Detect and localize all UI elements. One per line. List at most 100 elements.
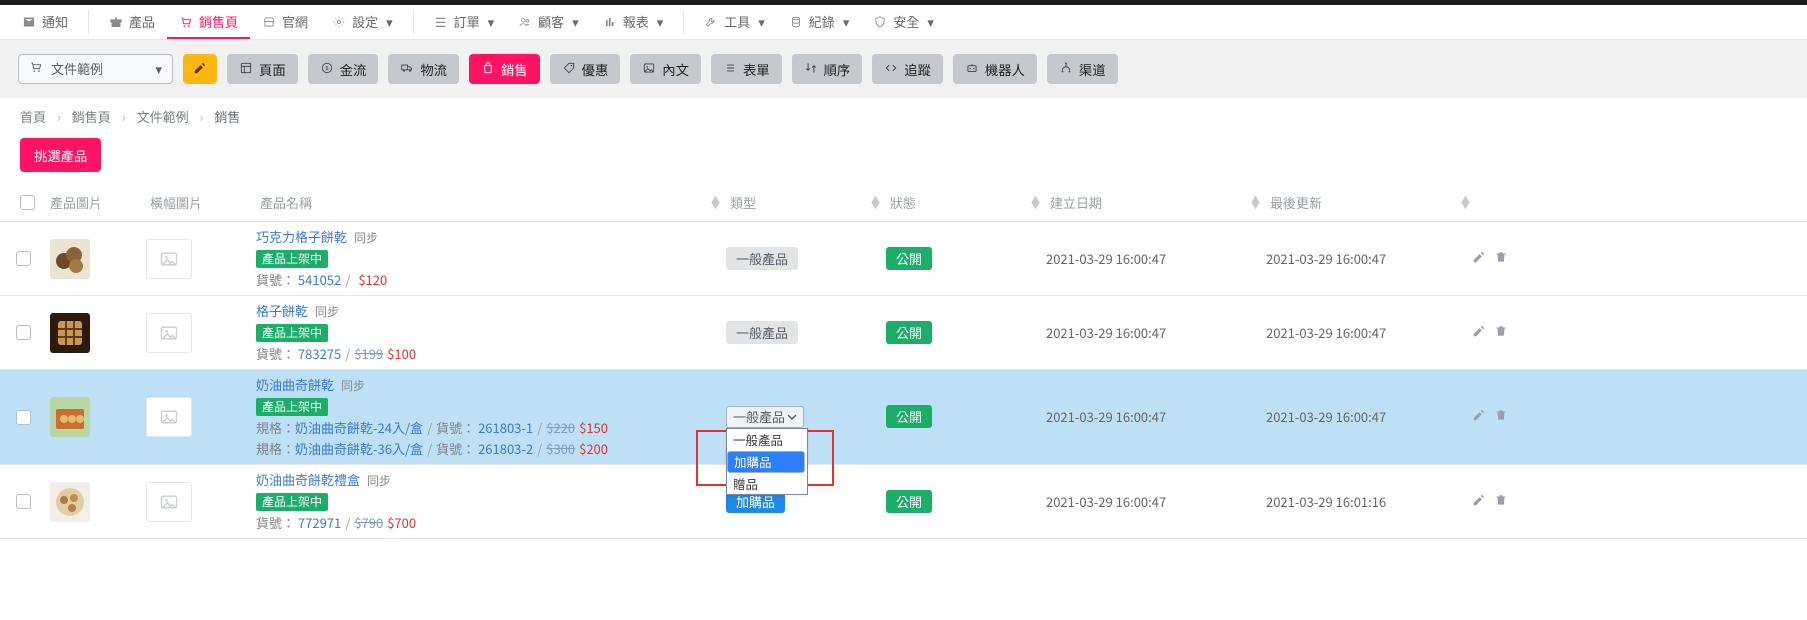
btn-form[interactable]: 表單	[711, 54, 782, 84]
spec-link[interactable]: 奶油曲奇餅乾-24入/盒	[295, 418, 423, 437]
sku-link[interactable]: 541052	[298, 270, 341, 289]
nav-label: 報表	[623, 13, 649, 31]
nav-customers[interactable]: 顧客 ▾	[506, 5, 591, 39]
type-tag: 一般產品	[726, 321, 798, 344]
layout-icon	[239, 61, 253, 78]
sort-icon: ▲▼	[871, 197, 880, 209]
product-thumb[interactable]	[50, 397, 90, 437]
banner-placeholder[interactable]	[146, 239, 192, 279]
col-product-image: 產品圖片	[50, 194, 150, 212]
btn-label: 頁面	[259, 60, 286, 79]
type-option[interactable]: 贈品	[727, 473, 807, 495]
banner-placeholder[interactable]	[146, 482, 192, 522]
btn-shipping[interactable]: 物流	[388, 54, 459, 84]
btn-label: 內文	[662, 60, 689, 79]
chevron-right-icon: ›	[200, 107, 204, 126]
gear-icon	[332, 15, 346, 29]
product-link[interactable]: 巧克力格子餅乾	[256, 227, 347, 246]
col-updated[interactable]: 最後更新▲▼	[1270, 194, 1480, 212]
col-created[interactable]: 建立日期▲▼	[1050, 194, 1270, 212]
nav-site[interactable]: 官網	[250, 5, 320, 39]
nav-tools[interactable]: 工具 ▾	[692, 5, 777, 39]
tag-icon	[562, 61, 576, 78]
store-icon	[262, 15, 276, 29]
status-pill: 公開	[886, 321, 932, 344]
nav-settings[interactable]: 設定 ▾	[320, 5, 405, 39]
page-select-dropdown[interactable]: 文件範例 ▾	[18, 54, 173, 84]
delete-icon[interactable]	[1494, 493, 1508, 511]
nav-label: 安全	[893, 13, 919, 31]
col-product-name[interactable]: 產品名稱▲▼	[260, 194, 730, 212]
pick-products-button[interactable]: 挑選產品	[20, 138, 101, 172]
product-link[interactable]: 奶油曲奇餅乾	[256, 375, 334, 394]
btn-sales[interactable]: 銷售	[469, 54, 540, 84]
btn-payment[interactable]: $金流	[308, 54, 379, 84]
status-badge: 產品上架中	[256, 324, 328, 342]
type-option[interactable]: 一般產品	[727, 429, 807, 451]
price-old: $220	[546, 418, 575, 437]
sync-label: 同步	[341, 377, 365, 394]
btn-promo[interactable]: 優惠	[550, 54, 621, 84]
chevron-down-icon: ▾	[572, 13, 579, 31]
nav-products[interactable]: 產品	[97, 5, 167, 39]
row-checkbox[interactable]	[16, 325, 31, 340]
row-checkbox[interactable]	[16, 410, 31, 425]
btn-channel[interactable]: 渠道	[1047, 54, 1118, 84]
btn-robot[interactable]: 機器人	[953, 54, 1037, 84]
edit-icon[interactable]	[1472, 250, 1486, 268]
spec-link[interactable]: 奶油曲奇餅乾-36入/盒	[295, 439, 423, 458]
cart-icon	[29, 60, 43, 78]
branch-icon	[1059, 61, 1073, 78]
svg-text:$: $	[325, 65, 328, 71]
row-checkbox[interactable]	[16, 251, 31, 266]
btn-page[interactable]: 頁面	[227, 54, 298, 84]
banner-placeholder[interactable]	[146, 397, 192, 437]
nav-logs[interactable]: 紀錄 ▾	[777, 5, 862, 39]
select-all-checkbox[interactable]	[20, 195, 35, 210]
chevron-down-icon: ▾	[488, 13, 495, 31]
banner-placeholder[interactable]	[146, 313, 192, 353]
col-type[interactable]: 類型▲▼	[730, 194, 890, 212]
nav-label: 設定	[352, 13, 378, 31]
delete-icon[interactable]	[1494, 324, 1508, 342]
toolbar: 文件範例 ▾ 頁面 $金流 物流 銷售 優惠 內文 表單 順序 追蹤 機器人 渠…	[0, 40, 1807, 98]
delete-icon[interactable]	[1494, 408, 1508, 426]
nav-sales-page[interactable]: 銷售頁	[167, 5, 250, 39]
sort-icon: ▲▼	[711, 197, 720, 209]
product-link[interactable]: 格子餅乾	[256, 301, 308, 320]
nav-notify[interactable]: 通知	[10, 5, 80, 39]
chevron-down-icon	[787, 412, 797, 422]
row-checkbox[interactable]	[16, 494, 31, 509]
btn-track[interactable]: 追蹤	[872, 54, 943, 84]
product-link[interactable]: 奶油曲奇餅乾禮盒	[256, 470, 360, 489]
product-thumb[interactable]	[50, 482, 90, 522]
product-thumb[interactable]	[50, 313, 90, 353]
col-status[interactable]: 狀態▲▼	[890, 194, 1050, 212]
nav-reports[interactable]: 報表 ▾	[591, 5, 676, 39]
btn-content[interactable]: 內文	[630, 54, 701, 84]
product-thumb[interactable]	[50, 239, 90, 279]
btn-order[interactable]: 順序	[792, 54, 863, 84]
col-banner-image: 橫幅圖片	[150, 194, 260, 212]
type-select[interactable]: 一般產品	[726, 406, 804, 428]
sku-link[interactable]: 772971	[298, 513, 341, 532]
type-option[interactable]: 加購品	[727, 451, 805, 473]
table-row: 巧克力格子餅乾 同步產品上架中貨號： 541052/$120一般產品公開2021…	[0, 222, 1807, 296]
edit-icon[interactable]	[1472, 408, 1486, 426]
crumb-home[interactable]: 首頁	[20, 107, 46, 126]
edit-icon[interactable]	[1472, 493, 1486, 511]
edit-button[interactable]	[183, 54, 217, 84]
price-new: $120	[358, 270, 387, 289]
btn-label: 優惠	[582, 60, 609, 79]
delete-icon[interactable]	[1494, 250, 1508, 268]
crumb-sales[interactable]: 銷售頁	[72, 107, 111, 126]
crumb-doc[interactable]: 文件範例	[137, 107, 189, 126]
type-tag: 一般產品	[726, 247, 798, 270]
nav-security[interactable]: 安全 ▾	[861, 5, 946, 39]
sku-link[interactable]: 261803-1	[478, 418, 533, 437]
nav-orders[interactable]: ☰ 訂單 ▾	[422, 5, 507, 39]
edit-icon[interactable]	[1472, 324, 1486, 342]
cart-icon	[179, 15, 193, 29]
sku-link[interactable]: 261803-2	[478, 439, 533, 458]
sku-link[interactable]: 783275	[298, 344, 341, 363]
